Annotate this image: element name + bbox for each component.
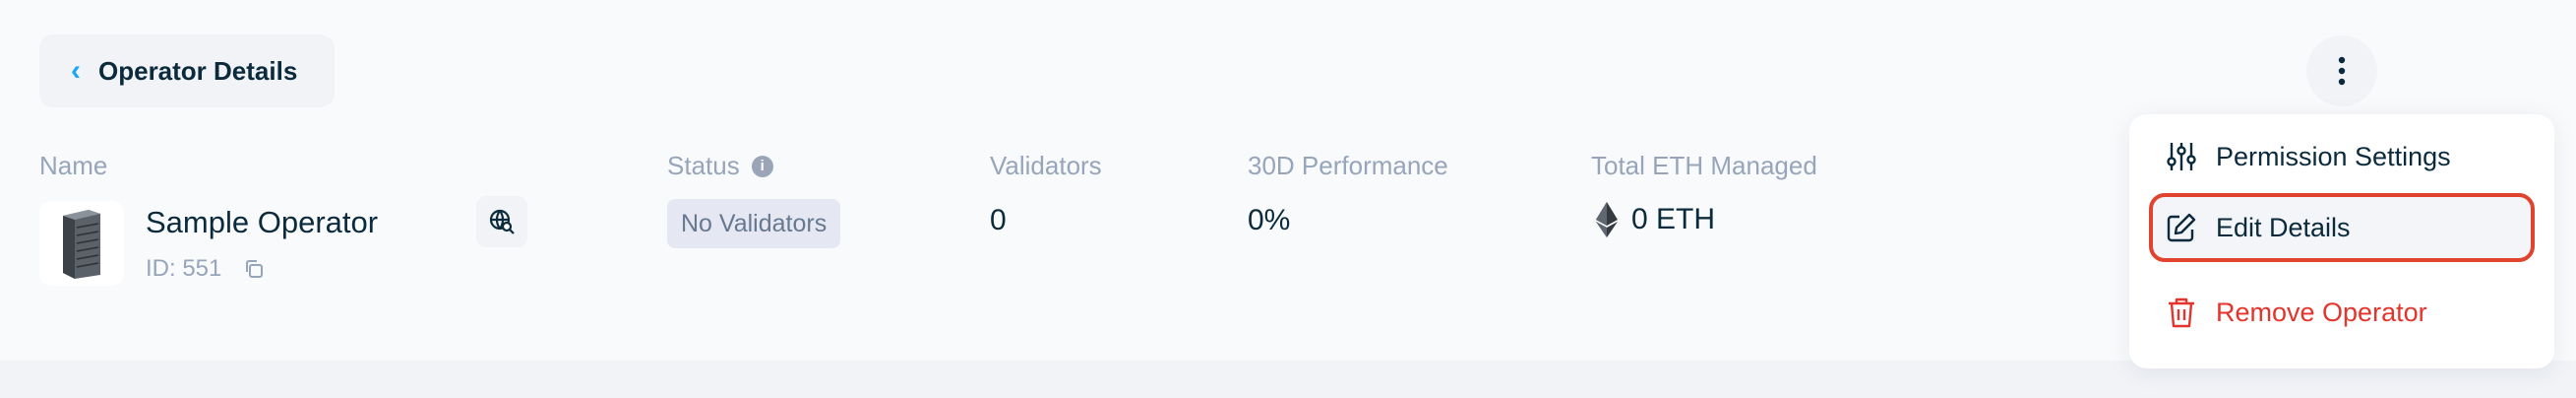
menu-item-edit-details[interactable]: Edit Details bbox=[2149, 193, 2535, 262]
chevron-left-icon: ‹ bbox=[71, 54, 81, 87]
menu-item-label: Remove Operator bbox=[2216, 297, 2427, 327]
column-header-validators: Validators bbox=[990, 151, 1102, 180]
column-header-total-eth: Total ETH Managed bbox=[1591, 151, 1817, 180]
operator-avatar bbox=[39, 201, 124, 286]
status-badge: No Validators bbox=[667, 199, 841, 248]
info-icon[interactable]: i bbox=[751, 155, 773, 177]
explorer-search-button[interactable] bbox=[476, 196, 527, 247]
back-button-label: Operator Details bbox=[98, 55, 298, 86]
operator-name: Sample Operator bbox=[146, 205, 379, 239]
menu-item-label: Edit Details bbox=[2216, 212, 2351, 242]
kebab-icon bbox=[2338, 56, 2346, 86]
menu-item-label: Permission Settings bbox=[2216, 141, 2451, 171]
operator-actions-menu: Permission Settings Edit Details Remove … bbox=[2129, 114, 2554, 368]
server-icon bbox=[63, 210, 100, 279]
validators-value: 0 bbox=[990, 204, 1007, 236]
edit-icon bbox=[2167, 213, 2196, 242]
trash-icon bbox=[2169, 298, 2194, 328]
operator-id: ID: 551 bbox=[146, 255, 265, 283]
performance-value: 0% bbox=[1248, 204, 1291, 236]
more-options-button[interactable] bbox=[2306, 35, 2377, 106]
column-header-performance: 30D Performance bbox=[1248, 151, 1448, 180]
sliders-icon bbox=[2167, 143, 2196, 170]
ethereum-icon bbox=[1596, 202, 1618, 237]
total-eth-value: 0 ETH bbox=[1596, 202, 1715, 237]
column-header-status: Status i bbox=[667, 151, 773, 181]
search-globe-icon bbox=[489, 209, 515, 234]
menu-item-remove-operator[interactable]: Remove Operator bbox=[2149, 278, 2535, 347]
back-button[interactable]: ‹ Operator Details bbox=[39, 34, 335, 107]
copy-icon[interactable] bbox=[243, 258, 265, 280]
column-header-name: Name bbox=[39, 151, 108, 180]
menu-item-permission-settings[interactable]: Permission Settings bbox=[2149, 122, 2535, 191]
